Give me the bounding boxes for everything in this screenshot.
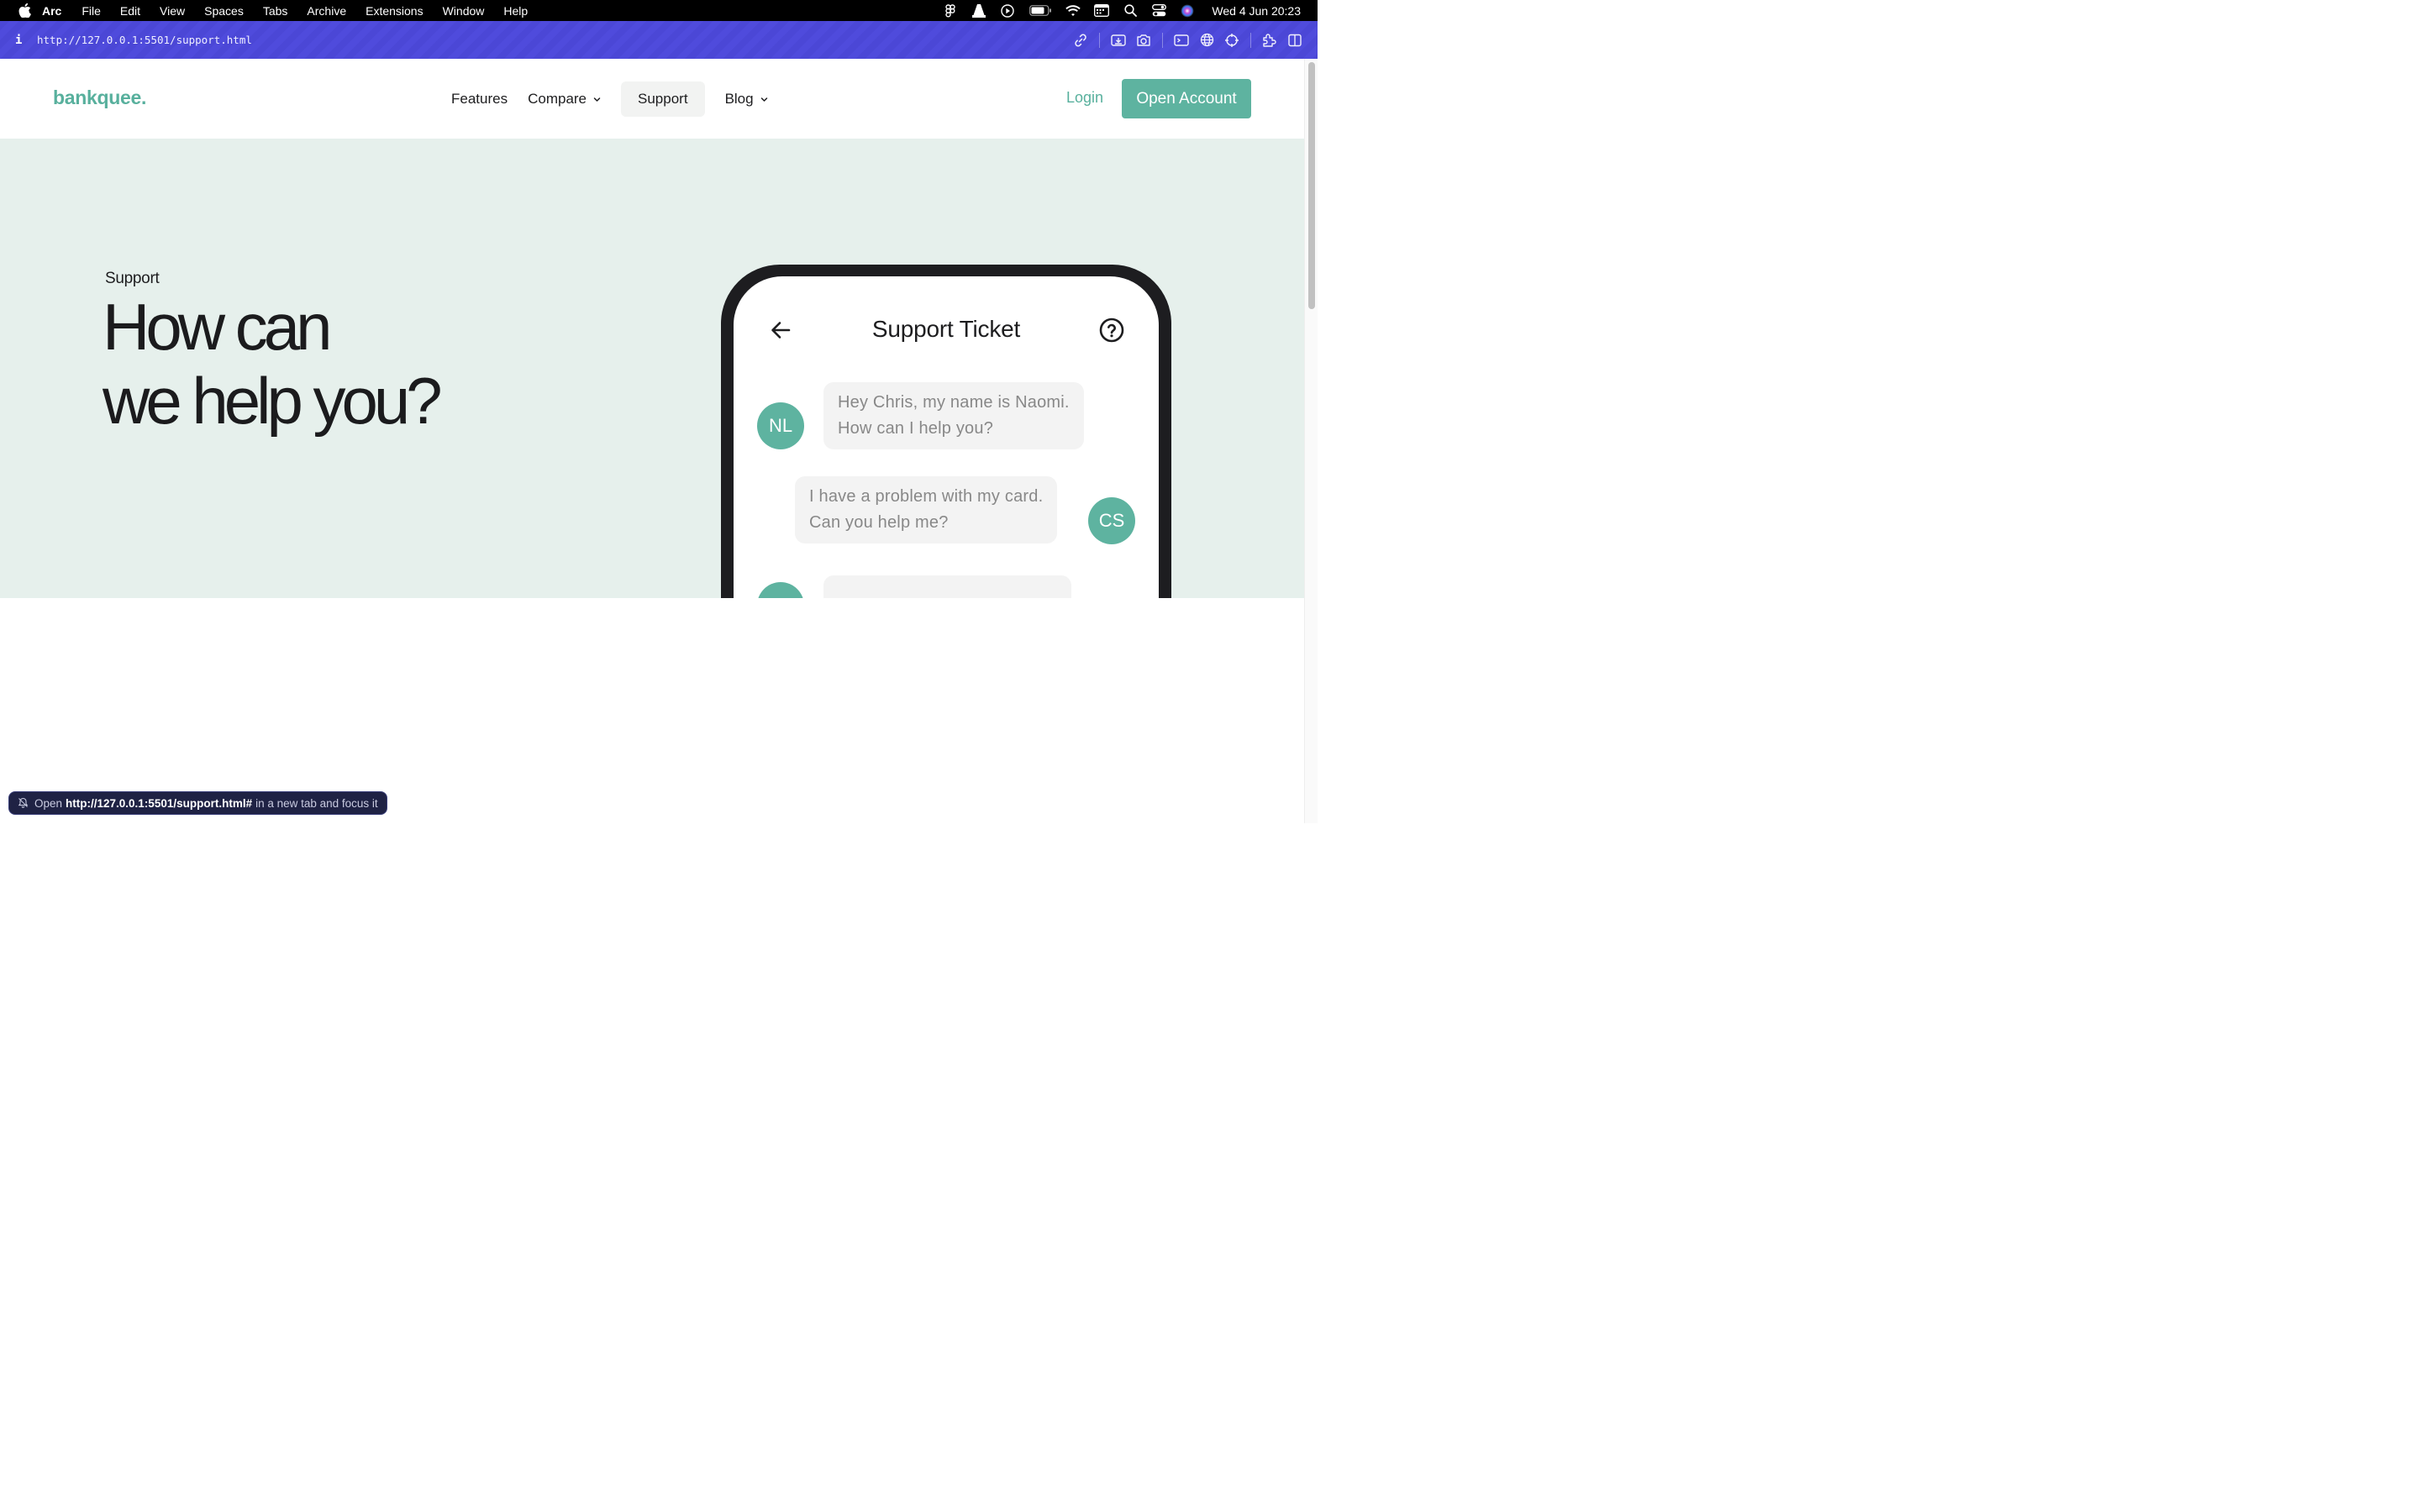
macos-menubar: Arc File Edit View Spaces Tabs Archive E… bbox=[0, 0, 1318, 21]
menubar-status-area: Wed 4 Jun 20:23 bbox=[943, 0, 1301, 21]
nav-features-label: Features bbox=[451, 91, 508, 107]
url-field[interactable]: http://127.0.0.1:5501/support.html bbox=[37, 34, 252, 46]
wifi-icon[interactable] bbox=[1065, 3, 1081, 18]
nav-compare-label: Compare bbox=[528, 91, 587, 107]
copy-link-icon[interactable] bbox=[1068, 28, 1093, 53]
hero-headline-line-2: we help you? bbox=[103, 364, 443, 438]
toast-suffix: in a new tab and focus it bbox=[255, 796, 378, 810]
chat-bubble-text: Hey Chris, my name is Naomi. bbox=[838, 393, 1070, 412]
crosshair-icon[interactable] bbox=[1219, 28, 1244, 53]
chat-bubble-agent: Hey Chris, my name is Naomi. How can I h… bbox=[823, 382, 1084, 449]
login-link[interactable]: Login bbox=[1066, 89, 1103, 107]
web-page: bankquee. Features Compare Support Blog bbox=[0, 59, 1304, 823]
page-scrollbar[interactable] bbox=[1304, 59, 1318, 823]
menu-tabs[interactable]: Tabs bbox=[263, 4, 288, 18]
split-view-icon[interactable] bbox=[1282, 28, 1307, 53]
chevron-down-icon bbox=[760, 96, 768, 103]
menubar-clock[interactable]: Wed 4 Jun 20:23 bbox=[1212, 4, 1301, 18]
cone-icon[interactable] bbox=[971, 3, 986, 18]
spotlight-search-icon[interactable] bbox=[1123, 3, 1138, 18]
chevron-down-icon bbox=[593, 96, 601, 103]
hero-headline-line-1: How can bbox=[103, 290, 332, 364]
nav-compare[interactable]: Compare bbox=[518, 81, 611, 117]
apple-icon[interactable] bbox=[17, 3, 32, 18]
chat-bubble-customer: I have a problem with my card. Can you h… bbox=[795, 476, 1058, 543]
chat-bubble-text: I have a problem with my card. bbox=[809, 487, 1044, 506]
toolbar-divider bbox=[1162, 32, 1163, 48]
chat-bubble-text: Can you help me? bbox=[809, 513, 949, 532]
nav-blog[interactable]: Blog bbox=[715, 81, 778, 117]
menu-spaces[interactable]: Spaces bbox=[204, 4, 244, 18]
avatar: NL bbox=[757, 402, 804, 449]
capture-icon[interactable] bbox=[1106, 28, 1131, 53]
link-status-toast: Open http://127.0.0.1:5501/support.html#… bbox=[8, 791, 387, 815]
menu-help[interactable]: Help bbox=[503, 4, 528, 18]
site-logo[interactable]: bankquee. bbox=[53, 87, 146, 109]
browser-address-bar: i http://127.0.0.1:5501/support.html bbox=[0, 21, 1318, 59]
hero-section: Support How can we help you? Support Tic… bbox=[0, 139, 1304, 598]
phone-screen: Support Ticket NL Hey Chris, my name is … bbox=[734, 276, 1159, 598]
hero-headline: How can we help you? bbox=[103, 290, 443, 438]
toolbar-divider bbox=[1099, 32, 1100, 48]
nav-support-label: Support bbox=[638, 91, 688, 107]
help-circle-icon bbox=[1098, 317, 1125, 344]
nav-blog-label: Blog bbox=[724, 91, 754, 107]
calendar-icon[interactable] bbox=[1094, 3, 1110, 18]
avatar: CS bbox=[1088, 497, 1135, 544]
site-header: bankquee. Features Compare Support Blog bbox=[0, 59, 1304, 139]
nav-support[interactable]: Support bbox=[621, 81, 705, 117]
toast-prefix: Open bbox=[34, 796, 63, 810]
battery-icon[interactable] bbox=[1028, 3, 1052, 18]
scrollbar-thumb[interactable] bbox=[1308, 62, 1315, 309]
extensions-icon[interactable] bbox=[1257, 28, 1282, 53]
chat-bubble-text: How can I help you? bbox=[838, 419, 994, 438]
menu-app-name[interactable]: Arc bbox=[42, 4, 61, 18]
camera-icon[interactable] bbox=[1131, 28, 1156, 53]
menu-file[interactable]: File bbox=[82, 4, 101, 18]
siri-icon[interactable] bbox=[1180, 3, 1195, 18]
bell-slash-icon bbox=[18, 797, 29, 809]
chat-bubble-agent bbox=[823, 575, 1071, 598]
site-info-icon[interactable]: i bbox=[15, 34, 24, 47]
figma-icon[interactable] bbox=[943, 3, 958, 18]
nav-features[interactable]: Features bbox=[441, 81, 518, 117]
play-circle-icon[interactable] bbox=[1000, 3, 1015, 18]
support-ticket-title: Support Ticket bbox=[871, 316, 1021, 342]
open-account-button[interactable]: Open Account bbox=[1122, 79, 1251, 118]
menu-view[interactable]: View bbox=[160, 4, 185, 18]
console-icon[interactable] bbox=[1169, 28, 1194, 53]
menu-edit[interactable]: Edit bbox=[120, 4, 140, 18]
toast-url: http://127.0.0.1:5501/support.html# bbox=[66, 796, 253, 810]
menu-archive[interactable]: Archive bbox=[307, 4, 346, 18]
browser-toolbar bbox=[1068, 21, 1307, 59]
main-nav: Features Compare Support Blog bbox=[441, 81, 778, 117]
avatar bbox=[757, 582, 804, 598]
phone-mockup: Support Ticket NL Hey Chris, my name is … bbox=[721, 265, 1171, 598]
control-center-icon[interactable] bbox=[1151, 3, 1166, 18]
menu-extensions[interactable]: Extensions bbox=[366, 4, 423, 18]
hero-eyebrow: Support bbox=[105, 270, 160, 287]
menu-window[interactable]: Window bbox=[443, 4, 485, 18]
globe-icon[interactable] bbox=[1194, 28, 1219, 53]
toolbar-divider bbox=[1250, 32, 1251, 48]
